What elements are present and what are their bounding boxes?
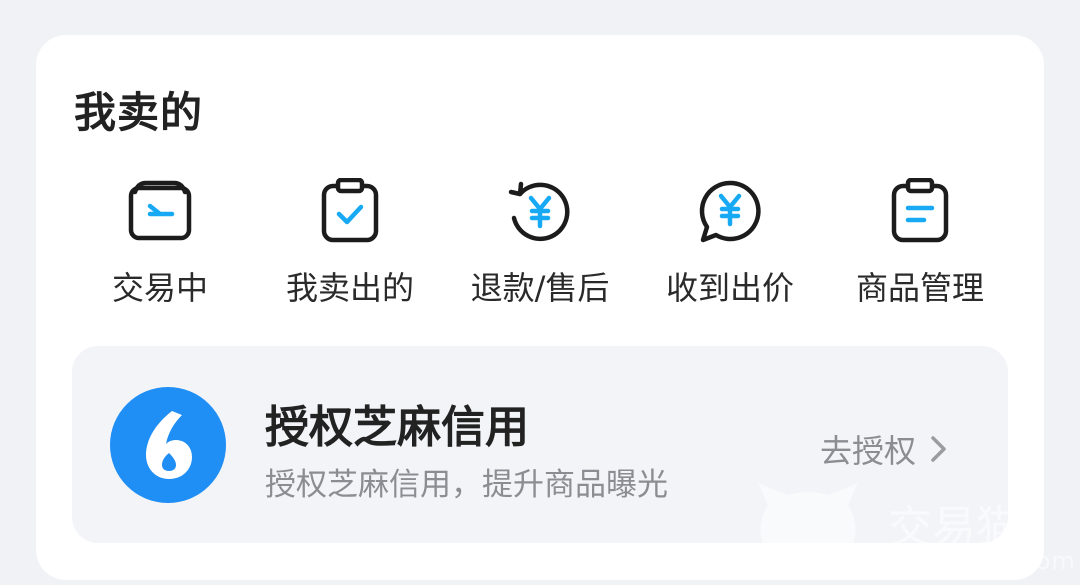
promo-title: 授权芝麻信用 bbox=[265, 402, 529, 453]
clipboard-check-icon bbox=[316, 178, 384, 244]
action-label: 交易中 bbox=[111, 269, 208, 307]
action-product-manage[interactable]: 商品管理 bbox=[825, 175, 1015, 315]
authorize-link-label: 去授权 bbox=[819, 432, 916, 470]
action-refund[interactable]: 退款/售后 bbox=[445, 175, 635, 315]
sesame-credit-logo-icon bbox=[110, 387, 226, 503]
action-received-offer[interactable]: 收到出价 bbox=[635, 175, 825, 315]
action-label: 退款/售后 bbox=[470, 269, 610, 307]
watermark-sub: jiaoyimao.com bbox=[888, 547, 1076, 575]
sesame-credit-banner[interactable]: 授权芝麻信用 授权芝麻信用，提升商品曝光 去授权 bbox=[72, 346, 1008, 543]
section-title: 我卖的 bbox=[74, 88, 204, 137]
refund-yuan-icon bbox=[506, 178, 574, 244]
chat-yuan-icon bbox=[696, 178, 764, 244]
action-in-trade[interactable]: 交易中 bbox=[65, 175, 255, 315]
clipboard-list-icon bbox=[886, 178, 954, 244]
my-selling-card: 我卖的 交易中 我卖出的 退款/售后 收到出价 商品管理 授权芝麻信用 授权芝麻… bbox=[36, 35, 1075, 580]
chevron-right-icon bbox=[928, 433, 950, 465]
action-sold[interactable]: 我卖出的 bbox=[255, 175, 445, 315]
authorize-link[interactable]: 去授权 bbox=[820, 426, 950, 472]
folder-arrow-icon bbox=[126, 178, 194, 244]
action-label: 收到出价 bbox=[665, 269, 794, 307]
promo-subtitle: 授权芝麻信用，提升商品曝光 bbox=[265, 467, 668, 503]
action-row: 交易中 我卖出的 退款/售后 收到出价 商品管理 bbox=[36, 175, 1044, 315]
action-label: 商品管理 bbox=[855, 269, 984, 307]
action-label: 我卖出的 bbox=[285, 269, 414, 307]
